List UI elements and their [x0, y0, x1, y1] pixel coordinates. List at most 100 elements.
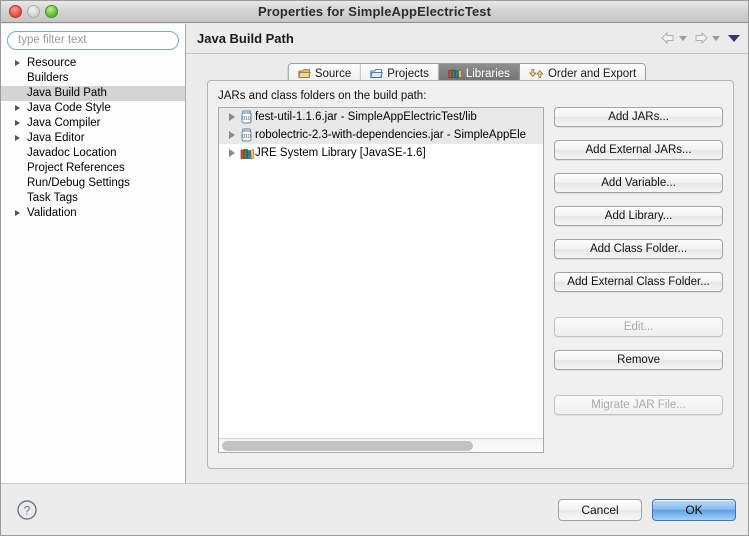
- edit-button: Edit...: [554, 317, 723, 337]
- footer-actions: Cancel OK: [558, 498, 736, 521]
- libraries-list[interactable]: 010 fest-util-1.1.6.jar - SimpleAppElectr…: [219, 108, 544, 438]
- sidebar-item-label: Task Tags: [27, 191, 78, 204]
- ok-button[interactable]: OK: [652, 498, 736, 521]
- library-entry-label: JRE System Library [JavaSE-1.6]: [255, 147, 426, 159]
- expand-arrow-icon[interactable]: [15, 209, 20, 216]
- sidebar-item-java-editor[interactable]: Java Editor: [1, 131, 185, 146]
- migrate-jar-file-button: Migrate JAR File...: [554, 395, 723, 415]
- view-menu-icon[interactable]: [728, 34, 740, 42]
- expand-arrow-icon[interactable]: [15, 59, 20, 66]
- dialog-footer: ? Cancel OK: [1, 483, 748, 535]
- settings-tree: Resource Builders Java Build Path Java Code…: [1, 54, 185, 484]
- add-external-class-folder-button[interactable]: Add External Class Folder...: [554, 272, 723, 292]
- sidebar-item-run-debug-settings[interactable]: Run/Debug Settings: [1, 176, 185, 191]
- library-entry[interactable]: 010 robolectric-2.3-with-dependencies.jar…: [219, 126, 544, 144]
- svg-text:010: 010: [242, 134, 251, 140]
- sidebar-item-label: Resource: [27, 56, 77, 69]
- add-jars-button[interactable]: Add JARs...: [554, 107, 723, 127]
- expand-arrow-icon[interactable]: [15, 119, 20, 126]
- remove-button[interactable]: Remove: [554, 350, 723, 370]
- sidebar-item-validation[interactable]: Validation: [1, 206, 185, 221]
- sidebar-item-project-references[interactable]: Project References: [1, 161, 185, 176]
- properties-dialog: Properties for SimpleAppElectricTest Res…: [0, 0, 749, 536]
- sidebar-item-label: Java Build Path: [27, 86, 107, 99]
- sidebar-item-label: Java Editor: [27, 131, 85, 144]
- settings-content: Java Build Path Source Projects Libraries O…: [186, 24, 748, 483]
- dialog-body: Resource Builders Java Build Path Java Code…: [1, 24, 748, 483]
- help-question-icon[interactable]: ?: [16, 499, 38, 521]
- library-entry[interactable]: 010 fest-util-1.1.6.jar - SimpleAppElectr…: [219, 108, 544, 126]
- sidebar-item-label: Validation: [27, 206, 77, 219]
- scrollbar-thumb[interactable]: [222, 441, 474, 451]
- source-folder-icon: [298, 68, 311, 79]
- tab-label: Projects: [387, 67, 429, 80]
- cancel-button[interactable]: Cancel: [558, 498, 642, 521]
- minimize-window-button[interactable]: [27, 5, 40, 18]
- projects-folder-icon: [370, 68, 384, 79]
- expand-arrow-icon[interactable]: [15, 104, 20, 111]
- tab-label: Order and Export: [547, 67, 637, 80]
- books-icon: [448, 68, 462, 79]
- expand-arrow-icon[interactable]: [229, 113, 235, 121]
- forward-dropdown-caret-icon[interactable]: [712, 35, 720, 41]
- page-header: Java Build Path: [186, 24, 748, 54]
- library-entry[interactable]: JRE System Library [JavaSE-1.6]: [219, 144, 543, 162]
- library-icon: [240, 146, 255, 162]
- sidebar-item-java-compiler[interactable]: Java Compiler: [1, 116, 185, 131]
- library-entry-label: fest-util-1.1.6.jar - SimpleAppElectricT…: [255, 111, 477, 123]
- page-title: Java Build Path: [197, 31, 294, 46]
- libraries-button-column: Add JARs... Add External JARs... Add Varia…: [554, 107, 723, 453]
- settings-sidebar: Resource Builders Java Build Path Java Code…: [1, 24, 186, 483]
- jar-icon: 010: [240, 110, 253, 126]
- window-titlebar: Properties for SimpleAppElectricTest: [1, 1, 748, 23]
- sidebar-item-label: Project References: [27, 161, 125, 174]
- sidebar-item-java-code-style[interactable]: Java Code Style: [1, 101, 185, 116]
- libraries-group-label: JARs and class folders on the build path…: [218, 90, 427, 102]
- sidebar-item-java-build-path[interactable]: Java Build Path: [1, 85, 185, 101]
- sidebar-item-label: Java Code Style: [27, 101, 111, 114]
- libraries-list-container: 010 fest-util-1.1.6.jar - SimpleAppElectr…: [218, 107, 545, 453]
- back-dropdown-caret-icon[interactable]: [679, 35, 687, 41]
- library-entry-label: robolectric-2.3-with-dependencies.jar - …: [255, 129, 527, 141]
- close-window-button[interactable]: [9, 5, 22, 18]
- back-arrow-icon[interactable]: [660, 31, 676, 45]
- filter-container: [1, 24, 185, 54]
- filter-input[interactable]: [7, 30, 179, 50]
- jar-icon: 010: [240, 128, 253, 144]
- sidebar-item-resource[interactable]: Resource: [1, 56, 185, 71]
- page-nav-controls: [660, 31, 740, 45]
- sidebar-item-label: Javadoc Location: [27, 146, 117, 159]
- svg-text:010: 010: [242, 116, 251, 122]
- sidebar-item-javadoc-location[interactable]: Javadoc Location: [1, 146, 185, 161]
- expand-arrow-icon[interactable]: [229, 149, 235, 157]
- expand-arrow-icon[interactable]: [229, 131, 235, 139]
- add-library-button[interactable]: Add Library...: [554, 206, 723, 226]
- forward-arrow-icon[interactable]: [693, 31, 709, 45]
- tab-label: Libraries: [465, 67, 510, 80]
- sidebar-item-task-tags[interactable]: Task Tags: [1, 191, 185, 206]
- sidebar-item-label: Run/Debug Settings: [27, 176, 130, 189]
- zoom-window-button[interactable]: [45, 5, 58, 18]
- order-export-icon: [529, 68, 544, 79]
- sidebar-item-label: Builders: [27, 71, 69, 84]
- add-external-jars-button[interactable]: Add External JARs...: [554, 140, 723, 160]
- window-controls: [9, 5, 58, 18]
- sidebar-item-label: Java Compiler: [27, 116, 101, 129]
- svg-text:?: ?: [24, 503, 31, 517]
- add-class-folder-button[interactable]: Add Class Folder...: [554, 239, 723, 259]
- libraries-group: JARs and class folders on the build path…: [207, 80, 734, 469]
- sidebar-item-builders[interactable]: Builders: [1, 71, 185, 86]
- expand-arrow-icon[interactable]: [15, 134, 20, 141]
- tab-label: Source: [314, 67, 352, 80]
- horizontal-scrollbar[interactable]: [219, 438, 544, 452]
- add-variable-button[interactable]: Add Variable...: [554, 173, 723, 193]
- window-title: Properties for SimpleAppElectricTest: [257, 4, 492, 19]
